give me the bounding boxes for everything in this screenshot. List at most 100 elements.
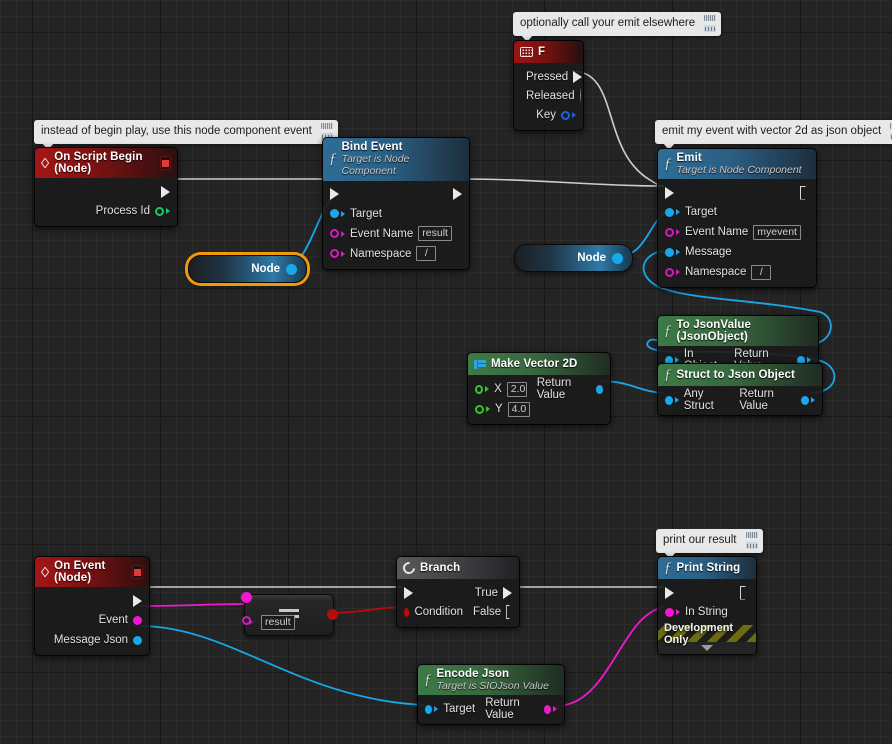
pin-row-in-string[interactable]: In String [658,602,756,622]
false-exec-pin[interactable] [506,605,512,619]
reroute-out-pin[interactable] [612,252,623,264]
pin-row-namespace[interactable]: Namespace / [323,244,469,264]
equal-a-in-pin[interactable] [241,592,252,603]
node-print-string[interactable]: ƒ Print String In String Development Onl… [657,556,757,655]
event-out-pin[interactable] [133,615,142,625]
comment-widget-icon [744,532,760,549]
pin-row-target[interactable]: Target Return Value [418,697,564,721]
exec-in-pin[interactable] [330,188,339,200]
message-json-out-pin[interactable] [133,635,142,645]
pressed-exec-pin[interactable] [573,70,583,83]
pin-row-y[interactable]: Y 4.0 [468,399,610,419]
node-body: Event Message Json [35,587,149,655]
node-header: Branch [397,557,519,579]
node-branch[interactable]: Branch True Condition False [396,556,520,628]
comment-bubble-print-result[interactable]: print our result [656,529,763,559]
in-string-pin[interactable] [665,607,674,617]
pin-row-target[interactable]: Target [323,204,469,224]
event-name-value-field[interactable]: result [418,226,452,241]
pin-row-pressed[interactable]: Pressed [514,67,583,86]
reroute-out-pin[interactable] [286,263,297,275]
pin-row-exec[interactable] [658,183,816,202]
pin-row-key[interactable]: Key [514,105,583,125]
condition-in-pin[interactable] [404,607,410,617]
pin-row-x[interactable]: X 2.0 Return Value [468,377,610,401]
node-body: In String Development Only [658,579,756,654]
node-on-event[interactable]: On Event (Node) Event Message Json [34,556,150,656]
equal-result-out-pin[interactable] [327,609,338,620]
exec-out-pin[interactable] [133,594,142,607]
reroute-node-selected[interactable]: Node [188,255,307,283]
pin-row-event[interactable]: Event [35,610,149,630]
event-name-value-field[interactable]: myevent [753,224,801,240]
released-exec-pin[interactable] [579,88,581,103]
process-id-out-pin[interactable] [155,206,164,216]
target-in-pin[interactable] [330,209,339,218]
node-make-vector-2d[interactable]: Make Vector 2D X 2.0 Return Value Y 4.0 [467,352,611,425]
any-struct-pin[interactable] [665,395,673,405]
stop-square-icon[interactable] [132,565,143,579]
namespace-value-field[interactable]: / [751,264,772,280]
pin-row-released[interactable]: Released [514,86,583,105]
pin-row-exec-true[interactable]: True [397,583,519,602]
exec-in-pin[interactable] [665,186,674,199]
comment-bubble-begin-play[interactable]: instead of begin play, use this node com… [34,120,338,150]
stop-square-icon[interactable] [160,156,171,170]
node-emit[interactable]: ƒ Emit Target is Node Component Target E… [657,148,817,288]
pin-row-message[interactable]: Message [658,242,816,262]
pin-row-target[interactable]: Target [658,202,816,222]
node-encode-json[interactable]: ƒ Encode Json Target is SIOJson Value Ta… [417,664,565,725]
exec-out-pin[interactable] [453,188,462,200]
node-struct-to-json-object[interactable]: ƒ Struct to Json Object Any Struct Retur… [657,363,823,416]
comment-bubble-emit-elsewhere[interactable]: optionally call your emit elsewhere [513,12,722,42]
pin-row-exec-out[interactable] [35,182,177,201]
pin-row-event-name[interactable]: Event Name myevent [658,222,816,242]
node-title: On Event (Node) [54,560,106,584]
pin-row-namespace[interactable]: Namespace / [658,262,816,282]
node-body: True Condition False [397,579,519,627]
equal-b-value-field[interactable]: result [261,615,295,630]
exec-in-pin[interactable] [665,586,674,599]
return-value-pin[interactable] [595,384,603,394]
namespace-in-pin[interactable] [330,249,339,258]
event-name-in-pin[interactable] [665,227,674,237]
pin-row-process-id[interactable]: Process Id [35,201,177,221]
event-name-in-pin[interactable] [330,229,339,238]
node-key-event-f[interactable]: F Pressed Released Key [513,40,584,131]
namespace-value-field[interactable]: / [416,246,437,261]
reroute-node[interactable]: Node [514,244,633,272]
pin-row-event-name[interactable]: Event Name result [323,224,469,244]
message-in-pin[interactable] [665,247,674,257]
pin-row-message-json[interactable]: Message Json [35,630,149,650]
pin-row-condition-false[interactable]: Condition False [397,602,519,622]
blueprint-event-graph[interactable]: instead of begin play, use this node com… [0,0,892,744]
node-on-script-begin[interactable]: On Script Begin (Node) Process Id [34,147,178,227]
return-value-pin[interactable] [801,395,810,405]
y-in-pin[interactable] [475,404,484,414]
exec-out-pin[interactable] [800,185,809,200]
target-in-pin[interactable] [425,704,433,714]
pin-label: Key [536,109,556,121]
return-value-pin[interactable] [543,704,551,714]
pin-row-any-struct[interactable]: Any Struct Return Value [658,388,822,412]
key-out-pin[interactable] [561,110,570,120]
pin-row-exec[interactable] [658,583,756,602]
node-title: Make Vector 2D [491,358,578,370]
namespace-in-pin[interactable] [665,267,674,277]
x-value-field[interactable]: 2.0 [506,381,527,397]
pin-row-exec-out[interactable] [35,591,149,610]
true-exec-pin[interactable] [503,586,512,599]
development-only-banner: Development Only [658,622,756,646]
pin-row-exec[interactable] [323,185,469,204]
comment-text: optionally call your emit elsewhere [520,17,696,29]
exec-out-pin[interactable] [161,185,170,198]
comment-bubble-emit-vector2d[interactable]: emit my event with vector 2d as json obj… [655,120,892,150]
pin-label: Event Name [350,227,414,240]
node-bind-event[interactable]: ƒ Bind Event Target is Node Component Ta… [322,137,470,270]
target-in-pin[interactable] [665,207,674,217]
x-in-pin[interactable] [475,384,484,394]
exec-in-pin[interactable] [404,586,413,599]
exec-out-pin[interactable] [740,585,749,600]
y-value-field[interactable]: 4.0 [507,401,531,417]
node-equal-string[interactable]: result [241,592,338,636]
